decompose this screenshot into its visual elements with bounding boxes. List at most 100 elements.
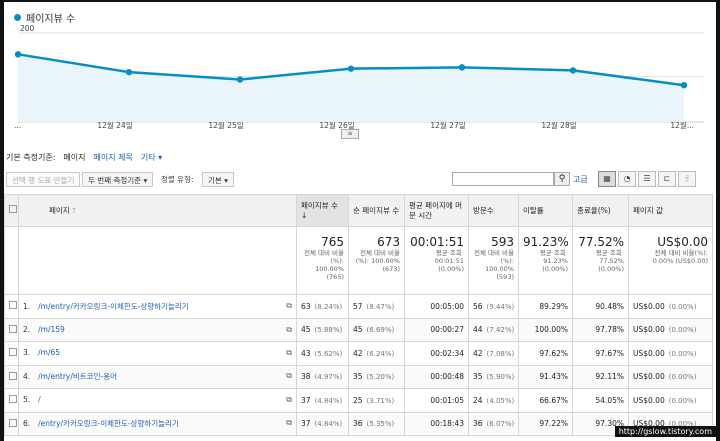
row-page-cell: 6. /entry/카카오링크-이체한도-상향하기늘리기 ⧉ — [18, 411, 297, 436]
row-bounce-rate: 100.00% — [518, 317, 573, 342]
row-page-link[interactable]: /m/entry/비트코인-용어 — [38, 372, 117, 381]
row-checkbox-cell[interactable] — [4, 317, 19, 342]
row-index: 3. — [23, 348, 31, 358]
total-entrances: 593 전체 대비 비율(%): 100.00% (593) — [468, 226, 519, 295]
secondary-dimension-dropdown[interactable]: 두 번째 측정기준 ▾ — [82, 172, 154, 187]
total-unique-pageviews: 673 전체 대비 비율(%): 100.00% (673) — [348, 226, 405, 295]
row-page-link[interactable]: /entry/카카오링크-이체한도-상향하기늘리기 — [38, 419, 179, 428]
pivot-view-icon[interactable]: ⦙⦙ — [678, 171, 696, 187]
row-entrances: 56 (9.44%) — [468, 294, 519, 319]
table-view-icon[interactable]: ▦ — [598, 171, 616, 187]
primary-dimension-row: 기본 측정기준: 페이지 페이지 제목 기타 ▾ — [6, 152, 162, 163]
x-tick-label: 12월 28일 — [541, 120, 576, 130]
row-page-value: US$0.00 (0.00%) — [628, 317, 713, 342]
row-checkbox-cell[interactable] — [4, 364, 19, 389]
row-checkbox-cell[interactable] — [4, 294, 19, 319]
comparison-view-icon[interactable]: ⊏ — [658, 171, 676, 187]
search-icon[interactable]: ⚲ — [554, 172, 570, 186]
row-page-cell: 4. /m/entry/비트코인-용어 ⧉ — [18, 364, 297, 389]
row-exit-rate: 97.78% — [572, 317, 629, 342]
dimension-page: 페이지 — [63, 153, 86, 162]
row-page-value: US$0.00 (0.00%) — [628, 364, 713, 389]
external-link-icon[interactable]: ⧉ — [286, 348, 292, 358]
external-link-icon[interactable]: ⧉ — [286, 395, 292, 405]
header-exit-rate[interactable]: 종료율(%) — [572, 194, 629, 227]
table-row[interactable]: 3. /m/65 ⧉ 43 (5.62%) 42 (6.24%) 00:02:34 42 (7.0… — [4, 341, 713, 366]
row-unique-pageviews: 57 (8.47%) — [348, 294, 405, 319]
row-page-cell: 1. /m/entry/카카오링크-이체한도-상향하기늘리기 ⧉ — [18, 294, 297, 319]
table-row[interactable]: 4. /m/entry/비트코인-용어 ⧉ 38 (4.97%) 35 (5.20%) 00:… — [4, 364, 713, 389]
external-link-icon[interactable]: ⧉ — [286, 301, 292, 311]
row-checkbox[interactable] — [9, 301, 17, 310]
data-point — [458, 64, 466, 71]
row-unique-pageviews: 25 (3.71%) — [348, 388, 405, 413]
row-checkbox[interactable] — [9, 324, 17, 333]
row-entrances: 24 (4.05%) — [468, 388, 519, 413]
total-bounce-rate: 91.23% 평균 조회: 91.23% (0.00%) — [518, 226, 573, 295]
row-bounce-rate: 97.22% — [518, 411, 573, 436]
row-checkbox-cell[interactable] — [4, 341, 19, 366]
row-checkbox[interactable] — [9, 348, 17, 357]
header-page-value[interactable]: 페이지 값 — [628, 194, 713, 227]
row-avg-time: 00:00:48 — [404, 364, 469, 389]
row-bounce-rate: 97.62% — [518, 341, 573, 366]
header-avg-time[interactable]: 평균 페이지에 머문 시간 — [404, 194, 469, 227]
header-bounce-rate[interactable]: 이탈률 — [518, 194, 573, 227]
sort-type-dropdown[interactable]: 기본 ▾ — [202, 172, 234, 187]
table-row[interactable]: 1./m/entry/카카오링크-이체한도-상향하기늘리기 ⧉ 63 (8.24%) 5… — [4, 294, 713, 319]
row-exit-rate: 92.11% — [572, 364, 629, 389]
table-row[interactable]: 2. /m/159 ⧉ 45 (5.88%) 45 (6.69%) 00:00:27 44 (7.… — [4, 317, 713, 342]
data-table: 페이지 ? 페이지뷰 수 ↓ 순 페이지뷰 수 평균 페이지에 머문 시간 방문… — [4, 194, 713, 436]
row-avg-time: 00:02:34 — [404, 341, 469, 366]
table-row[interactable]: 5. / ⧉ 37 (4.84%) 25 (3.71%) 00:01:05 24 (4.05%) 6… — [4, 388, 713, 413]
external-link-icon[interactable]: ⧉ — [286, 325, 292, 335]
row-unique-pageviews: 42 (6.24%) — [348, 341, 405, 366]
dimension-page-title-link[interactable]: 페이지 제목 — [94, 152, 133, 163]
row-checkbox[interactable] — [9, 418, 17, 427]
pie-view-icon[interactable]: ◔ — [618, 171, 636, 187]
row-checkbox[interactable] — [9, 395, 17, 404]
select-all-checkbox[interactable] — [9, 205, 17, 213]
plot-rows-button[interactable]: 선택 행 도표 만들기 — [6, 172, 81, 187]
total-page-value: US$0.00 전체 대비 비율(%): 0.00% (US$0.00) — [628, 226, 713, 295]
totals-row: 765 전체 대비 비율(%): 100.00% (765) 673 전체 대비 비… — [4, 226, 713, 295]
total-pageviews: 765 전체 대비 비율(%): 100.00% (765) — [296, 226, 349, 295]
dimension-other-dropdown[interactable]: 기타 ▾ — [141, 152, 162, 163]
row-page-value: US$0.00 (0.00%) — [628, 341, 713, 366]
row-pageviews: 37 (4.84%) — [296, 388, 349, 413]
header-unique-pageviews[interactable]: 순 페이지뷰 수 — [348, 194, 405, 227]
header-pageviews[interactable]: 페이지뷰 수 ↓ — [296, 194, 349, 227]
table-row[interactable]: 6./entry/카카오링크-이체한도-상향하기늘리기 ⧉ 37 (4.84%) 36(… — [4, 411, 713, 436]
row-page-link[interactable]: /m/entry/카카오링크-이체한도-상향하기늘리기 — [38, 302, 189, 311]
x-tick-label: 12월 25일 — [208, 120, 243, 130]
row-bounce-rate: 91.43% — [518, 364, 573, 389]
sort-type-label: 정렬 유형: — [161, 175, 194, 184]
row-page-link[interactable]: /m/159 — [38, 325, 65, 334]
pageview-chart: 200100...12월 24일12월 25일12월 26일12월 27일12월… — [14, 24, 704, 130]
row-page-link[interactable]: / — [38, 395, 41, 404]
row-index: 2. — [23, 324, 31, 334]
external-link-icon[interactable]: ⧉ — [286, 418, 292, 428]
x-tick-label: 12월 24일 — [97, 120, 132, 130]
row-unique-pageviews: 36 (5.35%) — [348, 411, 405, 436]
row-page-link[interactable]: /m/65 — [38, 348, 60, 357]
row-checkbox-cell[interactable] — [4, 388, 19, 413]
table-search-input[interactable] — [452, 172, 554, 186]
row-bounce-rate: 89.29% — [518, 294, 573, 319]
advanced-filter-link[interactable]: 고급 — [573, 174, 588, 185]
view-switcher: ▦ ◔ ☰ ⊏ ⦙⦙ — [598, 171, 698, 187]
header-entrances[interactable]: 방문수 — [468, 194, 519, 227]
data-point — [569, 67, 577, 74]
row-checkbox-cell[interactable] — [4, 411, 19, 436]
external-link-icon[interactable]: ⧉ — [286, 371, 292, 381]
performance-view-icon[interactable]: ☰ — [638, 171, 656, 187]
data-point — [347, 65, 355, 72]
row-entrances: 36 (6.07%) — [468, 411, 519, 436]
select-all-cell[interactable] — [4, 194, 19, 227]
x-tick-label: 12월... — [670, 120, 694, 130]
row-checkbox[interactable] — [9, 371, 17, 380]
row-entrances: 35 (5.90%) — [468, 364, 519, 389]
primary-dimension-label: 기본 측정기준: — [6, 153, 56, 162]
header-page[interactable]: 페이지 ? — [18, 194, 297, 227]
chart-resize-handle[interactable]: ≡ — [341, 129, 359, 139]
